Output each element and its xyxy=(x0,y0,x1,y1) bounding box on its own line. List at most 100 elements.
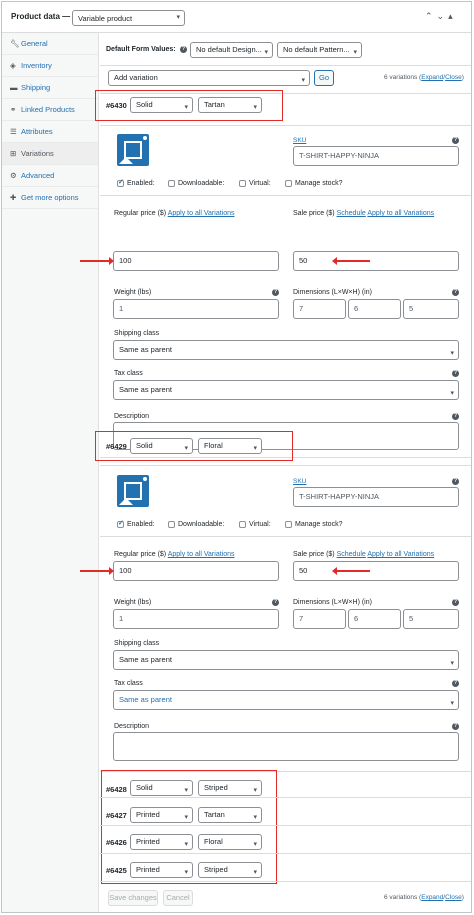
tab-shipping[interactable]: ▬ Shipping xyxy=(2,77,98,99)
close-link[interactable]: Close xyxy=(445,74,462,81)
design-value: Solid xyxy=(136,441,153,450)
schedule-link[interactable]: Schedule xyxy=(337,210,366,217)
width-input[interactable]: 6 xyxy=(348,609,401,629)
variation-pattern-select[interactable]: Striped ▾ xyxy=(198,862,262,878)
help-icon: ? xyxy=(272,599,279,606)
tab-variations[interactable]: ⊞ Variations xyxy=(2,143,98,165)
tab-get-more-options[interactable]: ✚ Get more options xyxy=(2,187,98,209)
width-input[interactable]: 6 xyxy=(348,299,401,319)
downloadable-checkbox[interactable] xyxy=(168,521,175,528)
height-input[interactable]: 5 xyxy=(403,609,459,629)
sale-price-input[interactable]: 50 xyxy=(293,251,459,271)
regular-price-input[interactable]: 100 xyxy=(113,251,279,271)
help-icon: ? xyxy=(452,370,459,377)
variation-pattern-select[interactable]: Tartan ▾ xyxy=(198,807,262,823)
apply-all-link[interactable]: Apply to all Variations xyxy=(367,551,434,558)
design-value: Solid xyxy=(136,783,153,792)
help-icon: ? xyxy=(452,599,459,606)
divider xyxy=(100,881,471,882)
default-pattern-select[interactable]: No default Pattern... ▾ xyxy=(277,42,362,58)
tax-class-select[interactable]: Same as parent ▾ xyxy=(113,690,459,710)
sku-input[interactable]: T-SHIRT-HAPPY-NINJA xyxy=(293,487,459,507)
image-placeholder-icon[interactable] xyxy=(117,475,149,507)
cancel-button[interactable]: Cancel xyxy=(163,890,193,906)
virtual-label: Virtual: xyxy=(249,521,271,528)
manage-stock-checkbox[interactable] xyxy=(285,180,292,187)
product-data-tabs: 🔧︎General ◈ Inventory ▬ Shipping ⚭ Linked P… xyxy=(2,33,99,912)
sku-input[interactable]: T-SHIRT-HAPPY-NINJA xyxy=(293,146,459,166)
height-input[interactable]: 5 xyxy=(403,299,459,319)
apply-all-link[interactable]: Apply to all Variations xyxy=(168,551,235,558)
description-textarea[interactable] xyxy=(113,732,459,761)
tax-class-value: Same as parent xyxy=(119,385,172,394)
expand-link[interactable]: Expand xyxy=(421,894,443,901)
enabled-checkbox[interactable] xyxy=(117,178,124,187)
virtual-checkbox[interactable] xyxy=(239,180,246,187)
variation-pattern-select[interactable]: Tartan ▾ xyxy=(198,97,262,113)
annotation-arrow xyxy=(332,567,370,575)
chevron-down-icon: ▾ xyxy=(353,49,357,56)
save-changes-button[interactable]: Save changes xyxy=(108,890,158,906)
chevron-down-icon: ▾ xyxy=(253,869,257,876)
tax-class-value: Same as parent xyxy=(119,695,172,704)
variation-design-select[interactable]: Solid ▾ xyxy=(130,97,193,113)
variation-pattern-select[interactable]: Floral ▾ xyxy=(198,438,262,454)
sun-shape xyxy=(143,477,147,481)
regular-price-input[interactable]: 100 xyxy=(113,561,279,581)
downloadable-checkbox[interactable] xyxy=(168,180,175,187)
design-value: Printed xyxy=(136,837,160,846)
virtual-checkbox[interactable] xyxy=(239,521,246,528)
tab-attributes[interactable]: ☰ Attributes xyxy=(2,121,98,143)
sale-price-input[interactable]: 50 xyxy=(293,561,459,581)
chevron-down-icon: ▾ xyxy=(450,660,454,667)
shipping-class-select[interactable]: Same as parent ▾ xyxy=(113,340,459,360)
product-type-select[interactable]: Variable product ▾ xyxy=(72,10,185,26)
length-input[interactable]: 7 xyxy=(293,609,346,629)
variation-action-select[interactable]: Add variation ▾ xyxy=(108,70,310,86)
default-design-select[interactable]: No default Design... ▾ xyxy=(190,42,273,58)
weight-input[interactable]: 1 xyxy=(113,299,279,319)
chevron-down-icon: ▾ xyxy=(253,814,257,821)
enabled-checkbox[interactable] xyxy=(117,519,124,528)
grid-icon: ⊞ xyxy=(10,149,17,158)
variation-design-select[interactable]: Printed ▾ xyxy=(130,862,193,878)
go-button[interactable]: Go xyxy=(314,70,334,86)
regular-price-label: Regular price ($) Apply to all Variation… xyxy=(114,210,235,217)
length-input[interactable]: 7 xyxy=(293,299,346,319)
chevron-down-icon: ▾ xyxy=(176,14,180,21)
chevron-down-icon: ▾ xyxy=(184,787,188,794)
enabled-label: Enabled: xyxy=(127,180,155,187)
help-icon: ? xyxy=(180,46,187,53)
tab-linked-products[interactable]: ⚭ Linked Products xyxy=(2,99,98,121)
expand-link[interactable]: Expand xyxy=(421,74,443,81)
variation-design-select[interactable]: Printed ▾ xyxy=(130,807,193,823)
manage-stock-checkbox[interactable] xyxy=(285,521,292,528)
variation-design-select[interactable]: Solid ▾ xyxy=(130,438,193,454)
weight-label: Weight (lbs) xyxy=(114,289,152,296)
variation-id: #6430 xyxy=(106,101,127,110)
variation-design-select[interactable]: Solid ▾ xyxy=(130,780,193,796)
tab-advanced[interactable]: ⚙ Advanced xyxy=(2,165,98,187)
tab-inventory[interactable]: ◈ Inventory xyxy=(2,55,98,77)
shipping-class-select[interactable]: Same as parent ▾ xyxy=(113,650,459,670)
apply-all-link[interactable]: Apply to all Variations xyxy=(367,210,434,217)
help-icon: ? xyxy=(452,413,459,420)
tab-general[interactable]: 🔧︎General xyxy=(2,33,98,55)
design-value: Printed xyxy=(136,810,160,819)
variation-id: #6425 xyxy=(106,866,127,875)
tab-label: Advanced xyxy=(21,171,55,180)
weight-input[interactable]: 1 xyxy=(113,609,279,629)
variation-pattern-select[interactable]: Striped ▾ xyxy=(198,780,262,796)
image-placeholder-icon[interactable] xyxy=(117,134,149,166)
panel-toggle-icons[interactable]: ⌃⌄▴ xyxy=(425,11,457,22)
apply-all-link[interactable]: Apply to all Variations xyxy=(168,210,235,217)
variation-pattern-select[interactable]: Floral ▾ xyxy=(198,834,262,850)
close-link[interactable]: Close xyxy=(445,894,462,901)
sale-price-label: Sale price ($) Schedule Apply to all Var… xyxy=(293,551,434,558)
divider xyxy=(100,536,471,537)
list-icon: ☰ xyxy=(10,127,17,136)
variation-design-select[interactable]: Printed ▾ xyxy=(130,834,193,850)
schedule-link[interactable]: Schedule xyxy=(337,551,366,558)
tax-class-select[interactable]: Same as parent ▾ xyxy=(113,380,459,400)
chevron-down-icon: ▾ xyxy=(264,49,268,56)
